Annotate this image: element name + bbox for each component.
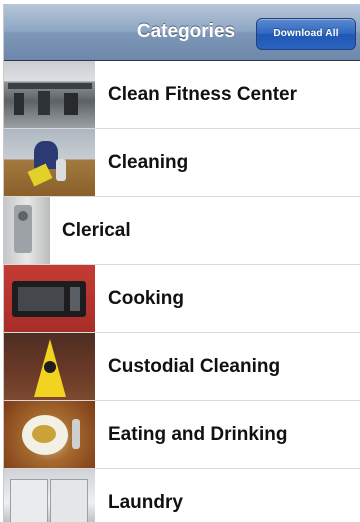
list-item[interactable]: Eating and Drinking (4, 401, 360, 469)
category-list: Clean Fitness Center Cleaning Clerical C… (4, 61, 360, 522)
navigation-bar: Categories Download All (4, 4, 360, 61)
list-item[interactable]: Laundry (4, 469, 360, 522)
list-item[interactable]: Cleaning (4, 129, 360, 197)
list-item-label: Custodial Cleaning (108, 356, 281, 377)
list-item-label: Cleaning (108, 152, 189, 173)
list-item-label: Cooking (108, 288, 184, 309)
download-all-button[interactable]: Download All (256, 18, 356, 50)
list-item-label: Clerical (62, 220, 131, 241)
clerical-thumbnail (4, 197, 50, 264)
eating-and-drinking-thumbnail (4, 401, 95, 468)
list-item[interactable]: Custodial Cleaning (4, 333, 360, 401)
custodial-cleaning-thumbnail (4, 333, 95, 400)
list-item[interactable]: Clerical (4, 197, 360, 265)
list-item[interactable]: Cooking (4, 265, 360, 333)
fitness-center-thumbnail (4, 61, 95, 128)
laundry-thumbnail (4, 469, 95, 522)
categories-screen: Categories Download All Clean Fitness Ce… (4, 4, 360, 522)
list-item[interactable]: Clean Fitness Center (4, 61, 360, 129)
cooking-thumbnail (4, 265, 95, 332)
page-title: Categories (136, 21, 236, 42)
cleaning-thumbnail (4, 129, 95, 196)
list-item-label: Clean Fitness Center (108, 84, 297, 105)
list-item-label: Eating and Drinking (108, 424, 288, 445)
list-item-label: Laundry (108, 492, 183, 513)
